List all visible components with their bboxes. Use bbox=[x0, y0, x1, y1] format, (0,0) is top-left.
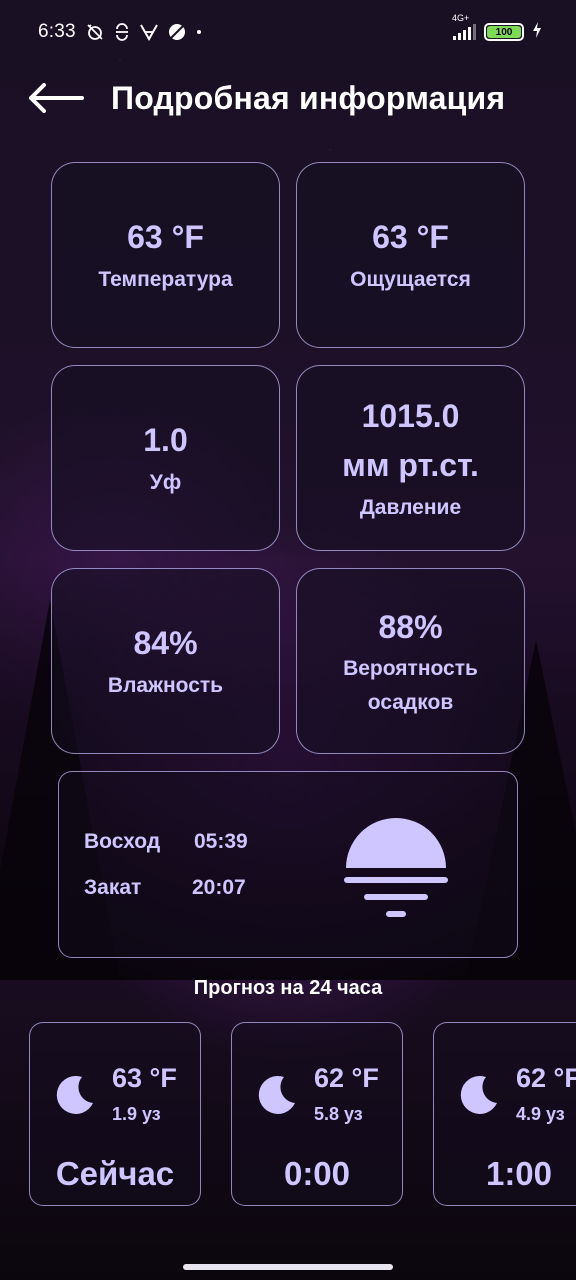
sync-icon bbox=[114, 23, 130, 41]
moon-icon bbox=[460, 1075, 497, 1114]
no-sim-icon bbox=[168, 23, 186, 41]
charging-bolt-icon bbox=[532, 22, 542, 42]
network-label: 4G+ bbox=[452, 13, 470, 23]
home-indicator[interactable] bbox=[183, 1264, 393, 1270]
hour-time: 0:00 bbox=[283, 1155, 351, 1192]
moon-icon bbox=[56, 1075, 93, 1114]
hour-temp: 63 °F bbox=[112, 1063, 177, 1093]
forecast-title: Прогноз на 24 часа bbox=[193, 977, 383, 999]
feels-like-label: Ощущается bbox=[350, 268, 471, 291]
precipitation-card: 88% Вероятность осадков bbox=[296, 568, 525, 754]
hour-temp: 62 °F bbox=[516, 1063, 576, 1093]
precipitation-label-line1: Вероятность bbox=[343, 657, 478, 681]
sunrise-label: Восход bbox=[84, 830, 161, 853]
feels-like-card: 63 °F Ощущается bbox=[296, 162, 525, 348]
status-left: 6:33 bbox=[38, 21, 203, 43]
humidity-label: Влажность bbox=[107, 674, 224, 697]
hourly-forecast-scroller[interactable]: 63 °F 1.9 уз Сейчас 62 °F 5.8 уз 0:00 62… bbox=[0, 1022, 576, 1212]
status-time: 6:33 bbox=[38, 21, 76, 42]
hour-temp: 62 °F bbox=[314, 1063, 379, 1093]
sunset-label: Закат bbox=[84, 876, 142, 899]
status-bar: 6:33 4G+ 100 bbox=[0, 0, 576, 64]
sun-card: Восход 05:39 Закат 20:07 bbox=[58, 771, 518, 958]
sunset-time: 20:07 bbox=[192, 876, 246, 899]
humidity-card: 84% Влажность bbox=[51, 568, 280, 754]
temperature-label: Температура bbox=[98, 268, 233, 291]
uv-label: Уф bbox=[149, 471, 182, 494]
alarm-off-icon bbox=[85, 22, 105, 42]
hour-card[interactable]: 62 °F 5.8 уз 0:00 bbox=[231, 1022, 403, 1206]
pressure-label: Давление bbox=[359, 495, 462, 519]
header: Подробная информация bbox=[28, 72, 505, 124]
humidity-value: 84% bbox=[133, 625, 198, 662]
sunset-icon bbox=[344, 818, 448, 917]
pressure-card: 1015.0 мм рт.ст. Давление bbox=[296, 365, 525, 551]
feels-like-value: 63 °F bbox=[372, 219, 449, 256]
hour-card[interactable]: 62 °F 4.9 уз 1:00 bbox=[433, 1022, 576, 1206]
dot-icon bbox=[195, 28, 203, 36]
page-title: Подробная информация bbox=[111, 79, 506, 116]
temperature-value: 63 °F bbox=[127, 219, 204, 256]
hour-card[interactable]: 63 °F 1.9 уз Сейчас bbox=[29, 1022, 201, 1206]
hour-time: Сейчас bbox=[55, 1155, 175, 1192]
uv-value: 1.0 bbox=[143, 422, 188, 459]
battery-icon: 100 bbox=[484, 23, 524, 41]
sunset-row: Закат 20:07 bbox=[84, 876, 246, 900]
app-icon bbox=[139, 23, 159, 41]
hour-wind: 1.9 уз bbox=[112, 1104, 161, 1124]
moon-icon bbox=[258, 1075, 295, 1114]
signal-icon: 4G+ bbox=[452, 13, 476, 40]
sunrise-row: Восход 05:39 bbox=[84, 830, 248, 854]
hour-time: 1:00 bbox=[485, 1155, 553, 1192]
hour-wind: 4.9 уз bbox=[516, 1104, 565, 1124]
arrow-left-icon bbox=[29, 83, 84, 113]
precipitation-value: 88% bbox=[378, 608, 443, 645]
temperature-card: 63 °F Температура bbox=[51, 162, 280, 348]
battery-level: 100 bbox=[487, 26, 521, 38]
pressure-unit: мм рт.ст. bbox=[342, 447, 479, 484]
back-button[interactable] bbox=[28, 78, 86, 118]
hour-wind: 5.8 уз bbox=[314, 1104, 363, 1124]
precipitation-label-line2: осадков bbox=[367, 690, 454, 714]
pressure-value: 1015.0 bbox=[361, 397, 460, 434]
sunrise-time: 05:39 bbox=[194, 830, 248, 853]
uv-card: 1.0 Уф bbox=[51, 365, 280, 551]
status-right: 4G+ 100 bbox=[452, 13, 542, 42]
